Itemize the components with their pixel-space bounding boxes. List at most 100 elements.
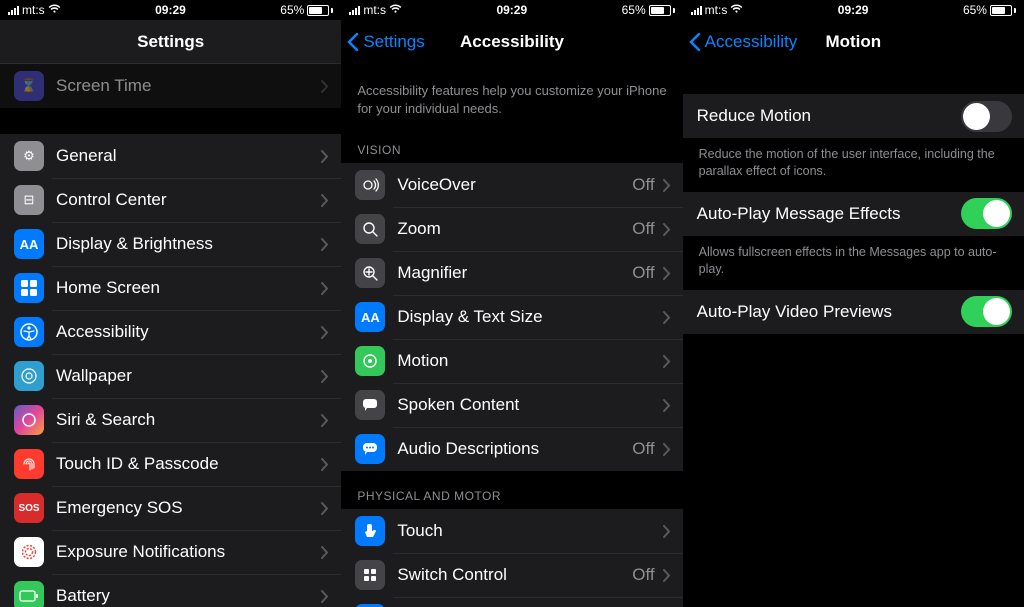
- status-bar: mt:s 09:29 65%: [341, 0, 682, 20]
- battery-icon: [990, 5, 1016, 16]
- hourglass-icon: ⌛: [14, 71, 44, 101]
- row-audio-descriptions[interactable]: Audio Descriptions Off: [341, 427, 682, 471]
- chevron-right-icon: [663, 399, 671, 412]
- chevron-right-icon: [663, 569, 671, 582]
- chevron-left-icon: [347, 33, 359, 51]
- battery-pct: 65%: [280, 3, 304, 17]
- row-display-text-size[interactable]: AA Display & Text Size: [341, 295, 682, 339]
- row-magnifier[interactable]: Magnifier Off: [341, 251, 682, 295]
- intro-text: Accessibility features help you customiz…: [341, 64, 682, 125]
- row-reduce-motion: Reduce Motion: [683, 94, 1024, 138]
- row-battery[interactable]: Battery: [0, 574, 341, 607]
- text-size-icon: AA: [14, 229, 44, 259]
- wallpaper-icon: [14, 361, 44, 391]
- chevron-right-icon: [321, 282, 329, 295]
- section-header-vision: VISION: [341, 125, 682, 163]
- chevron-right-icon: [321, 502, 329, 515]
- row-screen-time[interactable]: ⌛ Screen Time: [0, 64, 341, 108]
- row-zoom[interactable]: Zoom Off: [341, 207, 682, 251]
- row-label: Screen Time: [56, 76, 321, 96]
- chevron-right-icon: [321, 370, 329, 383]
- motion-icon: [355, 346, 385, 376]
- row-home-screen[interactable]: Home Screen: [0, 266, 341, 310]
- row-touch[interactable]: Touch: [341, 509, 682, 553]
- back-button[interactable]: Accessibility: [689, 32, 798, 52]
- chevron-right-icon: [321, 194, 329, 207]
- row-voice-control[interactable]: Voice Control Off: [341, 597, 682, 607]
- row-emergency-sos[interactable]: SOS Emergency SOS: [0, 486, 341, 530]
- carrier-label: mt:s: [363, 3, 386, 17]
- grid-icon: [14, 273, 44, 303]
- row-autoplay-message-effects: Auto-Play Message Effects: [683, 192, 1024, 236]
- toggle-autoplay-video-previews[interactable]: [961, 296, 1012, 327]
- battery-icon: [649, 5, 675, 16]
- page-title: Accessibility: [460, 32, 564, 52]
- row-autoplay-video-previews: Auto-Play Video Previews: [683, 290, 1024, 334]
- chevron-right-icon: [321, 546, 329, 559]
- row-touchid-passcode[interactable]: Touch ID & Passcode: [0, 442, 341, 486]
- battery-icon: [14, 581, 44, 607]
- text-size-icon: AA: [355, 302, 385, 332]
- signal-icon: [8, 6, 19, 15]
- clock: 09:29: [838, 3, 869, 17]
- back-label: Settings: [363, 32, 424, 52]
- signal-icon: [349, 6, 360, 15]
- row-spoken-content[interactable]: Spoken Content: [341, 383, 682, 427]
- page-title: Settings: [137, 32, 204, 52]
- chevron-right-icon: [663, 311, 671, 324]
- row-control-center[interactable]: ⊟ Control Center: [0, 178, 341, 222]
- page-title: Motion: [825, 32, 881, 52]
- signal-icon: [691, 6, 702, 15]
- wifi-icon: [389, 3, 402, 17]
- battery-pct: 65%: [622, 3, 646, 17]
- motion-screen: mt:s 09:29 65% Accessibility Motion Redu…: [683, 0, 1024, 607]
- back-label: Accessibility: [705, 32, 798, 52]
- magnifier-icon: [355, 258, 385, 288]
- footer-reduce-motion: Reduce the motion of the user interface,…: [683, 138, 1024, 192]
- zoom-icon: [355, 214, 385, 244]
- row-general[interactable]: ⚙ General: [0, 134, 341, 178]
- chevron-right-icon: [663, 355, 671, 368]
- exposure-icon: [14, 537, 44, 567]
- nav-bar: Settings: [0, 20, 341, 64]
- fingerprint-icon: [14, 449, 44, 479]
- section-header-physical: PHYSICAL AND MOTOR: [341, 471, 682, 509]
- row-switch-control[interactable]: Switch Control Off: [341, 553, 682, 597]
- chevron-right-icon: [321, 150, 329, 163]
- status-bar: mt:s 09:29 65%: [683, 0, 1024, 20]
- switch-control-icon: [355, 560, 385, 590]
- clock: 09:29: [155, 3, 186, 17]
- chevron-right-icon: [321, 590, 329, 603]
- accessibility-screen: mt:s 09:29 65% Settings Accessibility Ac…: [341, 0, 682, 607]
- footer-autoplay-message: Allows fullscreen effects in the Message…: [683, 236, 1024, 290]
- toggle-reduce-motion[interactable]: [961, 101, 1012, 132]
- sos-icon: SOS: [14, 493, 44, 523]
- row-exposure-notifications[interactable]: Exposure Notifications: [0, 530, 341, 574]
- toggle-autoplay-message-effects[interactable]: [961, 198, 1012, 229]
- row-siri-search[interactable]: Siri & Search: [0, 398, 341, 442]
- speech-icon: [355, 390, 385, 420]
- chevron-right-icon: [321, 326, 329, 339]
- wifi-icon: [48, 3, 61, 17]
- chevron-right-icon: [321, 458, 329, 471]
- nav-bar: Settings Accessibility: [341, 20, 682, 64]
- chevron-right-icon: [663, 525, 671, 538]
- wifi-icon: [730, 3, 743, 17]
- voiceover-icon: [355, 170, 385, 200]
- chevron-right-icon: [321, 414, 329, 427]
- row-motion[interactable]: Motion: [341, 339, 682, 383]
- audio-desc-icon: [355, 434, 385, 464]
- row-accessibility[interactable]: Accessibility: [0, 310, 341, 354]
- switches-icon: ⊟: [14, 185, 44, 215]
- chevron-right-icon: [663, 443, 671, 456]
- accessibility-icon: [14, 317, 44, 347]
- back-button[interactable]: Settings: [347, 32, 424, 52]
- row-wallpaper[interactable]: Wallpaper: [0, 354, 341, 398]
- row-display-brightness[interactable]: AA Display & Brightness: [0, 222, 341, 266]
- chevron-right-icon: [663, 179, 671, 192]
- battery-icon: [307, 5, 333, 16]
- chevron-right-icon: [321, 238, 329, 251]
- chevron-right-icon: [663, 223, 671, 236]
- status-bar: mt:s 09:29 65%: [0, 0, 341, 20]
- row-voiceover[interactable]: VoiceOver Off: [341, 163, 682, 207]
